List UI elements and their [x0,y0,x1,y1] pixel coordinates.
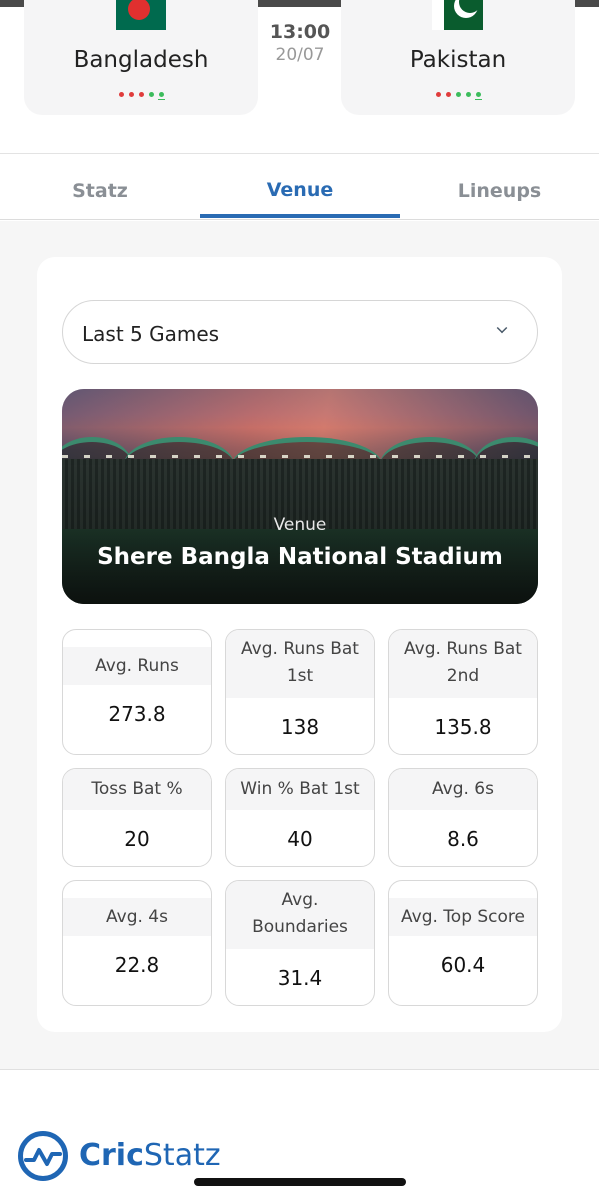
stat-value: 273.8 [108,702,166,726]
stat-value: 60.4 [440,953,486,977]
stat-label: Avg. Boundaries [226,881,374,949]
cricstatz-logo-icon [18,1131,68,1181]
stat-label: Avg. Top Score [389,898,537,936]
form-dot-loss [435,92,441,97]
match-date: 20/07 [275,45,325,65]
stat-value: 40 [287,827,313,851]
stat-avg-fours: Avg. 4s 22.8 [62,880,212,1006]
stat-toss-bat-percent: Toss Bat % 20 [62,768,212,867]
games-filter-value: Last 5 Games [82,322,220,346]
stat-avg-runs: Avg. Runs 273.8 [62,629,212,755]
away-form-dots [341,92,575,100]
stat-label: Avg. 4s [63,898,211,936]
stat-avg-top-score: Avg. Top Score 60.4 [388,880,538,1006]
form-dot-loss [128,92,134,97]
stat-value: 135.8 [434,715,492,739]
stat-avg-runs-bat-2nd: Avg. Runs Bat 2nd 135.8 [388,629,538,755]
stat-label: Avg. Runs Bat 2nd [389,630,537,698]
stat-value: 31.4 [277,966,323,990]
stat-label: Avg. Runs [63,647,211,685]
home-indicator[interactable] [194,1178,406,1186]
stat-label: Toss Bat % [63,769,211,810]
form-dot-win [148,92,154,97]
stat-avg-boundaries: Avg. Boundaries 31.4 [225,880,375,1006]
away-team-name: Pakistan [409,47,507,73]
form-dot-loss [138,92,144,97]
stat-label: Avg. 6s [389,769,537,810]
stat-avg-sixes: Avg. 6s 8.6 [388,768,538,867]
tab-lineups[interactable]: Lineups [400,180,599,202]
tab-venue[interactable]: Venue [200,179,400,201]
tab-bar: Statz Venue Lineups [0,154,599,220]
stat-value: 8.6 [447,827,479,851]
bangladesh-flag-icon [116,0,166,30]
form-dot-win [157,92,165,100]
form-dot-win [465,92,471,97]
stat-value: 20 [124,827,150,851]
form-dot-loss [118,92,124,97]
cricstatz-logo-text: CricStatz [79,1138,221,1173]
tab-statz[interactable]: Statz [0,180,200,202]
stat-label: Win % Bat 1st [226,769,374,810]
stat-avg-runs-bat-1st: Avg. Runs Bat 1st 138 [225,629,375,755]
venue-caption: Venue [273,515,327,535]
venue-banner: Venue Shere Bangla National Stadium [62,389,538,604]
chevron-down-icon [496,322,508,334]
form-dot-win [474,92,482,100]
stat-value: 22.8 [114,953,160,977]
form-dot-loss [445,92,451,97]
home-form-dots [24,92,258,100]
home-team-card[interactable]: Bangladesh [24,0,258,115]
active-tab-indicator [200,214,400,218]
stat-label: Avg. Runs Bat 1st [226,630,374,698]
home-team-name: Bangladesh [73,47,209,73]
stat-win-percent-bat-1st: Win % Bat 1st 40 [225,768,375,867]
footer-divider [0,1069,599,1070]
pakistan-flag-icon [432,0,483,30]
form-dot-win [455,92,461,97]
venue-name: Shere Bangla National Stadium [97,544,503,570]
match-time: 13:00 [269,21,331,43]
games-filter-select[interactable]: Last 5 Games [62,300,538,364]
stat-value: 138 [280,715,320,739]
away-team-card[interactable]: Pakistan [341,0,575,115]
